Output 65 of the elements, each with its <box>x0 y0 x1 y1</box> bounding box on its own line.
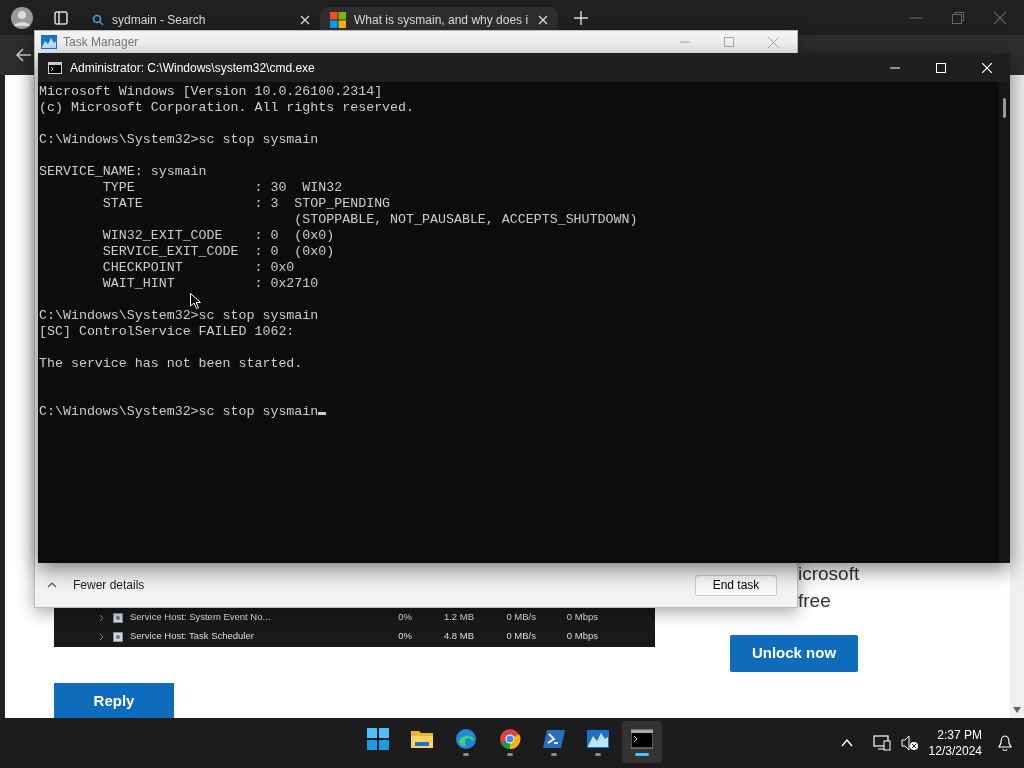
table-cell-text: 0% <box>397 610 412 625</box>
start-icon <box>367 728 389 750</box>
search-icon <box>92 13 104 26</box>
terminal-icon <box>48 61 62 74</box>
new-tab-icon[interactable] <box>574 10 588 25</box>
console-line: The service has not been started. <box>39 356 303 371</box>
table-cell-text: 1.2 MB <box>442 610 474 625</box>
notification-bell-icon[interactable] <box>998 735 1012 751</box>
scrollbar-thumb[interactable] <box>1003 98 1006 118</box>
promo-text: icrosoft <box>798 562 860 586</box>
console-line: SERVICE_NAME: sysmain <box>39 164 207 179</box>
avatar-icon[interactable] <box>10 5 34 30</box>
table-cell-text: 0% <box>397 629 412 644</box>
folder-icon <box>411 728 433 750</box>
console-line: CHECKPOINT : 0x0 <box>101 260 295 275</box>
volume-muted-icon[interactable] <box>900 735 919 751</box>
table-cell-text: 0 Mbps <box>565 629 598 644</box>
console-line: C:\Windows\System32>sc stop sysmain <box>39 404 319 419</box>
restore-icon[interactable] <box>952 11 964 24</box>
scrollbar[interactable] <box>1010 75 1024 718</box>
mouse-pointer-icon <box>190 293 201 309</box>
clock-time[interactable]: 2:37 PM <box>928 727 982 743</box>
edge-icon <box>455 728 477 750</box>
end-task-button[interactable]: End task <box>695 574 777 596</box>
scroll-down-icon[interactable] <box>1013 707 1021 713</box>
console-line: C:\Windows\System32>sc stop sysmain <box>39 132 319 147</box>
console-line: WIN32_EXIT_CODE : 0 (0x0) <box>101 228 335 243</box>
clock-date[interactable]: 12/3/2024 <box>928 743 982 759</box>
task-manager-icon <box>587 728 609 750</box>
table-cell-text: 0 MB/s <box>505 610 536 625</box>
tab-actions-icon[interactable] <box>54 10 68 25</box>
browser-tab[interactable]: What is sysmain, and why does i <box>320 7 558 32</box>
console-line: WAIT_HINT : 0x2710 <box>101 276 319 291</box>
network-icon[interactable] <box>872 735 891 751</box>
powershell-icon <box>543 728 565 750</box>
four-squares-icon <box>330 11 346 28</box>
console-line: C:\Windows\System32>sc stop sysmain <box>39 308 319 323</box>
window-title: Task Manager <box>63 34 139 51</box>
console-line: STATE : 3 STOP_PENDING <box>101 196 391 211</box>
taskbar-button[interactable] <box>622 721 662 763</box>
console-line: SERVICE_EXIT_CODE : 0 (0x0) <box>101 244 335 259</box>
reply-button[interactable]: Reply <box>54 683 174 720</box>
scrollbar[interactable] <box>999 82 1010 563</box>
table-cell-text: 0 MB/s <box>505 629 536 644</box>
process-name: Service Host: Task Scheduler <box>130 629 255 644</box>
chevron-up-icon[interactable] <box>47 582 57 588</box>
console-line: (STOPPABLE, NOT_PAUSABLE, ACCEPTS_SHUTDOWN) <box>293 212 638 227</box>
window-title: Administrator: C:\Windows\system32\cmd.exe <box>70 59 315 77</box>
chevron-right-icon <box>99 613 104 622</box>
unlock-button[interactable]: Unlock now <box>730 635 858 672</box>
back-arrow-icon[interactable] <box>16 48 32 62</box>
promo-text: free <box>798 589 832 613</box>
task-manager-icon <box>41 35 57 49</box>
table-cell-text: 0 Mbps <box>565 610 598 625</box>
process-name: Service Host: System Event No... <box>130 610 272 625</box>
browser-tab[interactable]: sydmain - Search <box>82 7 320 32</box>
chrome-icon <box>499 728 521 750</box>
terminal-icon <box>631 728 653 750</box>
console-line: TYPE : 30 WIN32 <box>101 180 343 195</box>
console-line: Microsoft Windows [Version 10.0.26100.2314] <box>39 84 383 99</box>
console-line: [SC] ControlService FAILED 1062: <box>39 324 295 339</box>
chevron-right-icon <box>99 632 104 641</box>
table-cell-text: 4.8 MB <box>442 629 474 644</box>
fewer-details-link[interactable]: Fewer details <box>73 576 145 594</box>
console-line: (c) Microsoft Corporation. All rights reserved. <box>39 100 415 115</box>
